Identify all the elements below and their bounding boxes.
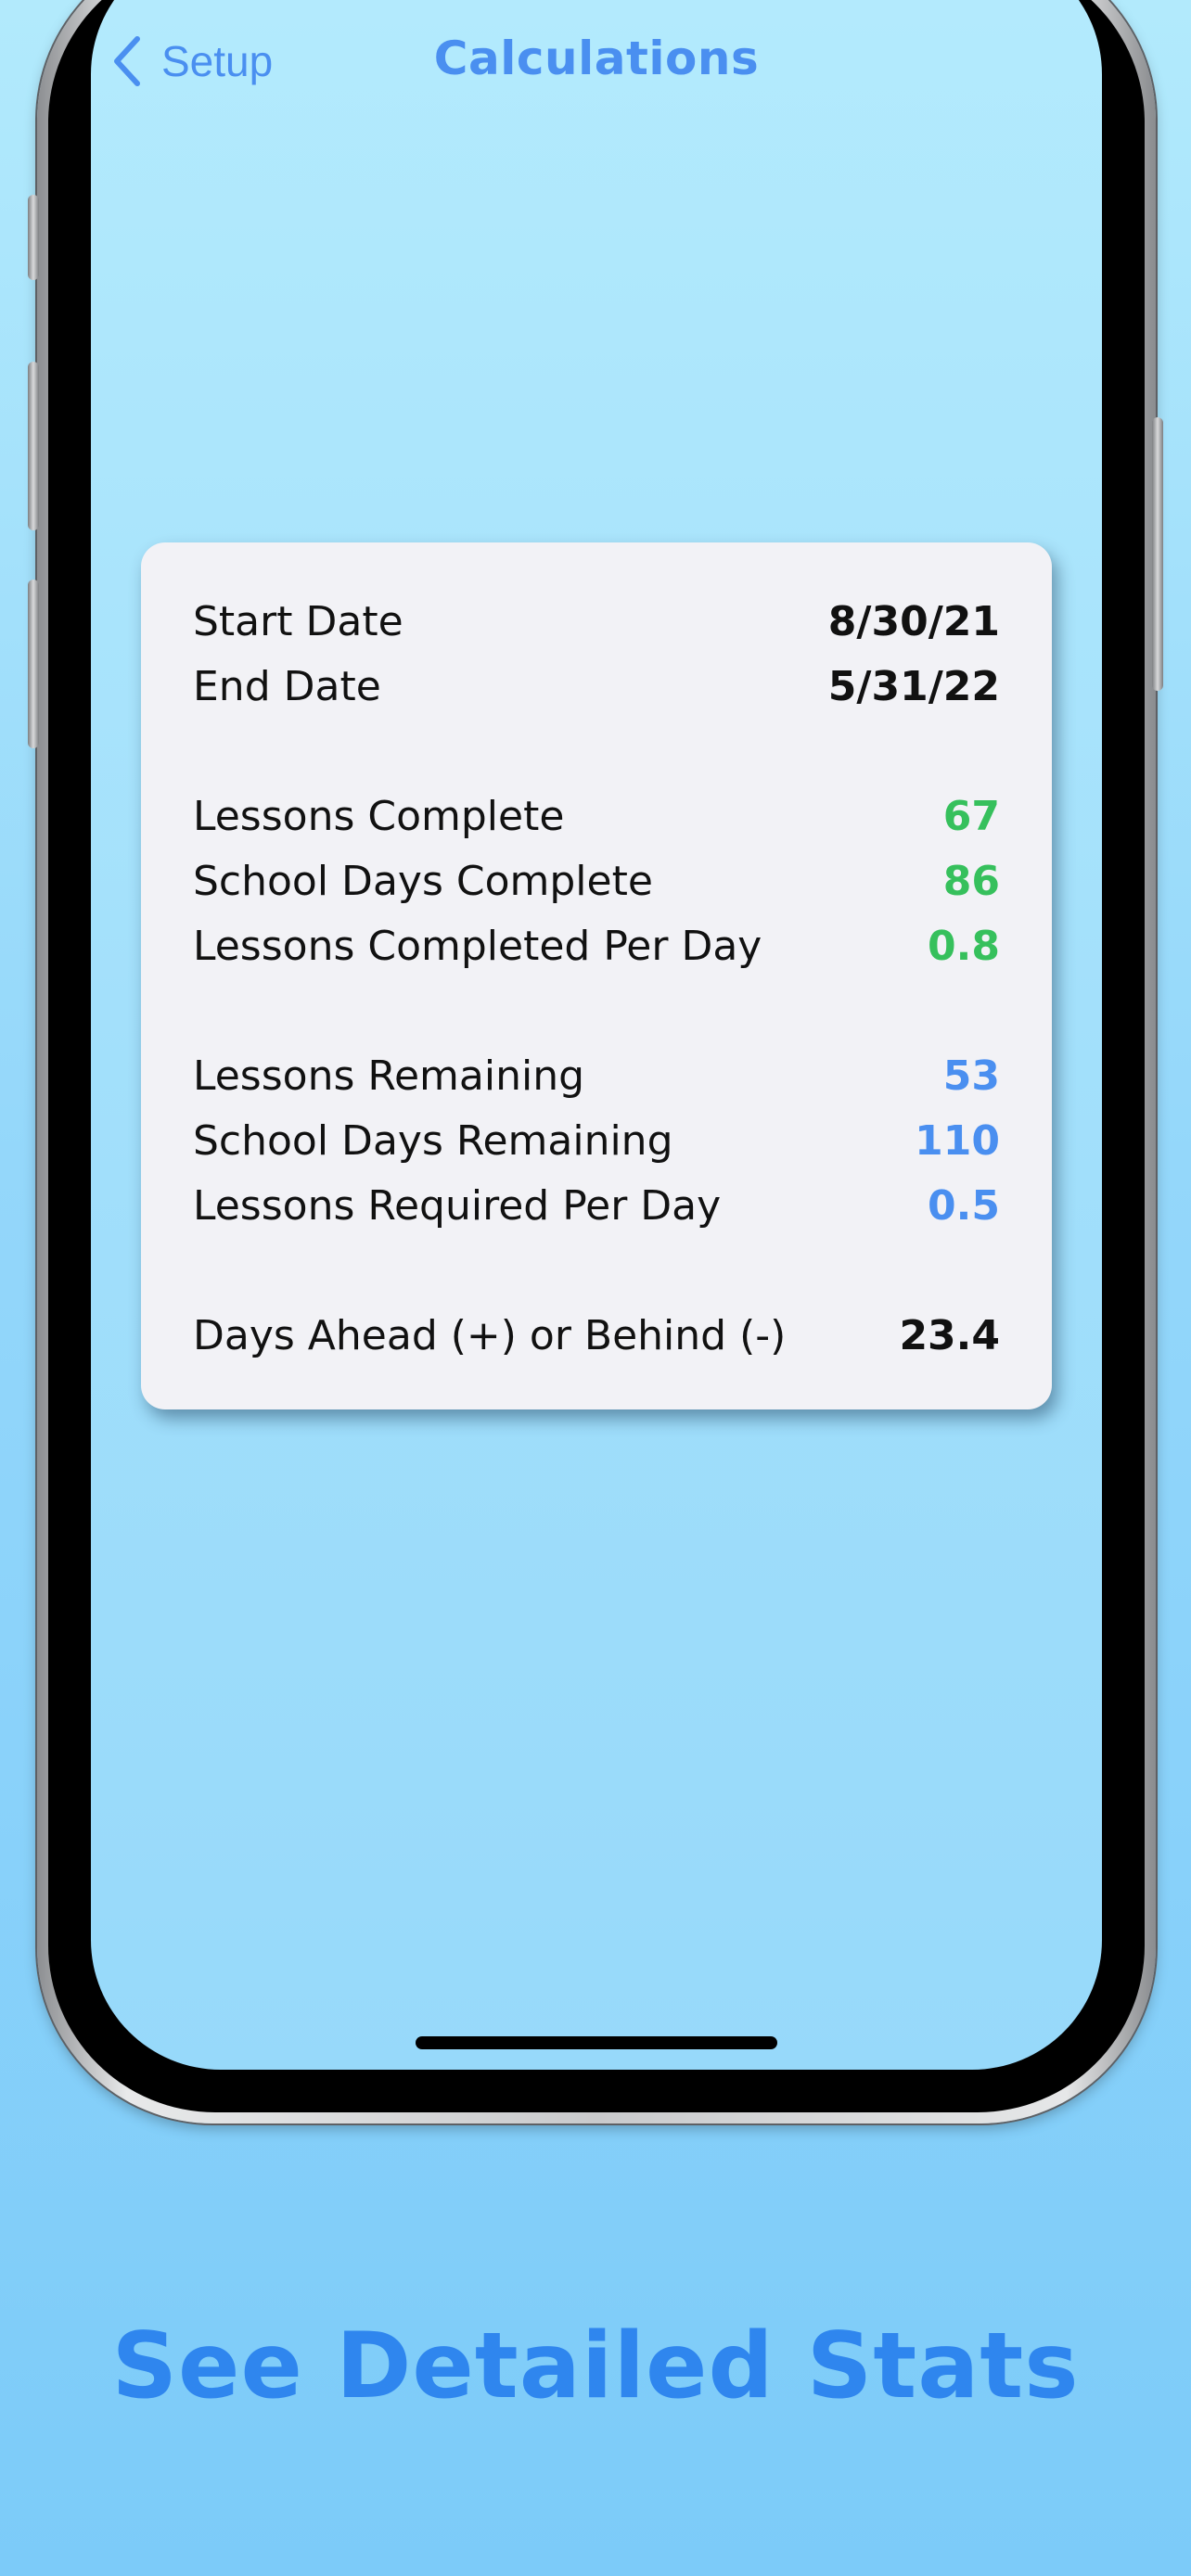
stat-value: 67: [942, 792, 1000, 840]
phone-screen: Setup Calculations Start Date 8/30/21 En…: [91, 0, 1102, 2070]
stat-label: School Days Complete: [193, 857, 653, 905]
stat-row-days-ahead-behind: Days Ahead (+) or Behind (-) 23.4: [193, 1307, 1000, 1363]
volume-up-button: [28, 362, 39, 530]
volume-down-button: [28, 580, 39, 748]
stat-value: 8/30/21: [827, 597, 1000, 645]
stat-row-start-date: Start Date 8/30/21: [193, 593, 1000, 649]
stat-row-lessons-completed-per-day: Lessons Completed Per Day 0.8: [193, 918, 1000, 974]
stats-card: Start Date 8/30/21 End Date 5/31/22 Less…: [141, 542, 1052, 1409]
mute-switch: [28, 195, 39, 280]
stat-value: 110: [915, 1116, 1000, 1165]
stat-label: Lessons Remaining: [193, 1052, 585, 1100]
stat-row-lessons-complete: Lessons Complete 67: [193, 788, 1000, 844]
stat-row-lessons-required-per-day: Lessons Required Per Day 0.5: [193, 1178, 1000, 1233]
marketing-caption: See Detailed Stats: [111, 2314, 1080, 2419]
stat-value: 5/31/22: [827, 662, 1000, 710]
stat-row-school-days-remaining: School Days Remaining 110: [193, 1113, 1000, 1168]
stat-row-end-date: End Date 5/31/22: [193, 658, 1000, 714]
stat-value: 53: [942, 1052, 1000, 1100]
stat-row-school-days-complete: School Days Complete 86: [193, 853, 1000, 909]
stat-value: 23.4: [899, 1311, 1000, 1359]
stat-value: 86: [942, 857, 1000, 905]
page-title: Calculations: [433, 32, 760, 85]
stat-label: Lessons Completed Per Day: [193, 922, 762, 970]
stat-label: Lessons Required Per Day: [193, 1181, 722, 1230]
stat-value: 0.8: [928, 922, 1000, 970]
stat-row-lessons-remaining: Lessons Remaining 53: [193, 1048, 1000, 1103]
stat-value: 0.5: [928, 1181, 1000, 1230]
stat-label: Start Date: [193, 597, 403, 645]
stat-label: End Date: [193, 662, 381, 710]
home-indicator[interactable]: [416, 2036, 777, 2049]
stat-label: Lessons Complete: [193, 792, 565, 840]
stat-label: Days Ahead (+) or Behind (-): [193, 1311, 787, 1359]
stat-label: School Days Remaining: [193, 1116, 673, 1165]
power-button: [1152, 417, 1163, 691]
